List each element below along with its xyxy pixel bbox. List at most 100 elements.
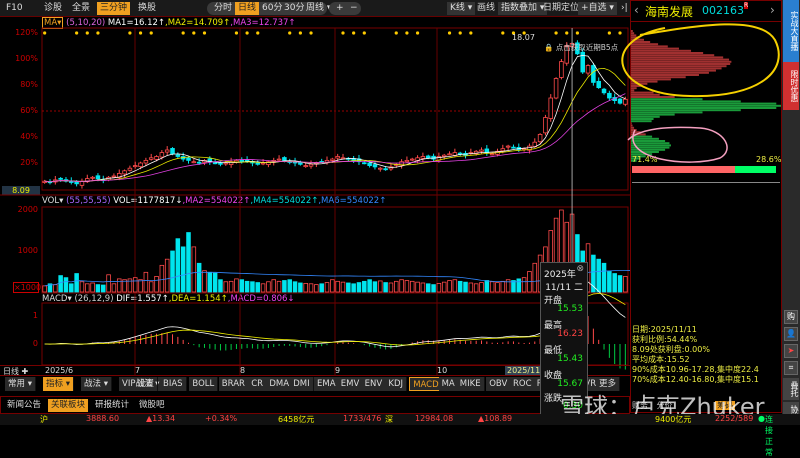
entrust-button[interactable]: 叠托: [783, 378, 799, 400]
indicator-tab-boll[interactable]: BOLL: [189, 377, 219, 391]
volume-bar: [425, 283, 431, 293]
crop-icon[interactable]: ⌗: [784, 361, 798, 375]
live-button[interactable]: 实战大直播: [783, 0, 799, 62]
indicator-tab-env[interactable]: ENV: [361, 377, 387, 391]
news-tab-3[interactable]: 微股吧: [136, 399, 168, 412]
candle: [447, 153, 452, 156]
indicator-menu-1[interactable]: 指标 ▾: [43, 377, 74, 391]
user-icon[interactable]: 👤: [784, 327, 798, 341]
candle: [596, 80, 601, 89]
chip-bar: [631, 140, 666, 142]
volume-bar: [143, 271, 149, 293]
signal-dot: [309, 31, 313, 35]
promo-button[interactable]: 限时优惠: [783, 62, 799, 110]
kline-chart[interactable]: [0, 0, 630, 375]
indicator-tab-dma[interactable]: DMA: [266, 377, 294, 391]
date-label: 8: [240, 366, 246, 375]
volume-bar: [164, 258, 170, 293]
indicator-tab-cr[interactable]: CR: [248, 377, 268, 391]
period-toggle[interactable]: 日线 ✚: [3, 366, 28, 377]
date-axis: 日线 ✚ 2025/11/11 2025/6 7 8 9 10: [0, 365, 630, 376]
chip-bar: [631, 148, 666, 151]
volume-bar: [100, 284, 106, 293]
volume-bar: [69, 283, 74, 293]
macd-tick: 1: [32, 311, 38, 320]
indicator-tab-mike[interactable]: MIKE: [456, 377, 485, 391]
candle: [170, 148, 175, 155]
candle: [553, 78, 559, 99]
volume-bar: [298, 282, 303, 293]
profit-bar: [632, 166, 776, 173]
indicator-tab-dmi[interactable]: DMI: [290, 377, 314, 391]
chip-bar: [631, 91, 654, 94]
volume-bar: [383, 282, 388, 293]
candle: [623, 98, 628, 105]
signal-dot: [192, 31, 196, 35]
volume-bar: [63, 277, 69, 293]
chip-bar: [631, 96, 675, 98]
chip-bar: [631, 131, 641, 134]
volume-bar: [314, 284, 319, 293]
candle: [548, 97, 554, 119]
candle: [154, 156, 159, 160]
volume-bar: [85, 283, 90, 293]
volume-bar: [436, 282, 442, 293]
indicator-tab-roc[interactable]: ROC: [510, 377, 536, 391]
indicator-tab-ma[interactable]: MA: [438, 377, 459, 391]
news-tab-0[interactable]: 新闻公告: [4, 399, 44, 412]
indicator-tab-brar[interactable]: BRAR: [218, 377, 249, 391]
volume-bar: [479, 282, 484, 293]
signal-dot: [288, 31, 292, 35]
b5-hint[interactable]: 🔒 点击获取近期B5点: [544, 42, 618, 53]
chip-bar: [631, 107, 777, 109]
settings-button[interactable]: 设置: [134, 377, 159, 391]
signal-dot: [96, 31, 100, 35]
volume-bar: [58, 275, 63, 293]
volume-bar: [180, 246, 186, 293]
indicator-tab-emv[interactable]: EMV: [337, 377, 364, 391]
indicator-tab-ema[interactable]: EMA: [314, 377, 340, 391]
high-price-label: 18.07: [512, 33, 535, 42]
candle: [372, 164, 378, 168]
candle: [212, 162, 218, 165]
signal-dot: [554, 31, 558, 35]
signal-dot: [341, 31, 345, 35]
profit-bar-fill: [632, 166, 735, 173]
vol-tick: 2000: [17, 205, 38, 214]
volume-bar: [367, 279, 372, 293]
close-icon[interactable]: ⊗: [576, 264, 584, 274]
indicator-menu-2[interactable]: 战法 ▾: [81, 377, 112, 391]
volume-bar: [378, 280, 383, 293]
indicator-menu-0[interactable]: 常用 ▾: [5, 377, 36, 391]
volume-bar: [607, 271, 612, 293]
chip-bar: [631, 47, 679, 50]
news-tab-1[interactable]: 关联板块: [48, 399, 89, 412]
volume-bar: [521, 277, 527, 293]
indicator-tab-bias[interactable]: BIAS: [160, 377, 187, 391]
flag-icon[interactable]: ➤: [784, 344, 798, 358]
indicator-tab-kdj[interactable]: KDJ: [385, 377, 408, 391]
candle: [367, 162, 372, 166]
candle: [543, 117, 548, 134]
chip-bar: [631, 45, 668, 48]
divider: [632, 182, 780, 183]
chip-bar: [631, 118, 654, 120]
tip-high: 16.23: [557, 329, 583, 339]
buy-icon[interactable]: 购: [784, 310, 798, 324]
news-tab-2[interactable]: 研报统计: [92, 399, 132, 412]
chip-bar: [631, 41, 651, 43]
volume-bar: [612, 273, 617, 293]
volume-bar: [186, 232, 191, 293]
chip-bar: [631, 78, 671, 81]
tip-open: 15.53: [557, 304, 583, 314]
candle: [239, 159, 245, 163]
chip-bar: [631, 49, 692, 52]
chip-bar: [631, 122, 632, 125]
volume-bar: [463, 281, 468, 293]
volume-bar: [79, 281, 85, 293]
indicator-tab-obv[interactable]: OBV: [486, 377, 512, 391]
chip-bar: [631, 32, 635, 35]
volume-bar: [415, 281, 420, 293]
chip-bar: [631, 111, 703, 114]
candle: [308, 163, 314, 167]
